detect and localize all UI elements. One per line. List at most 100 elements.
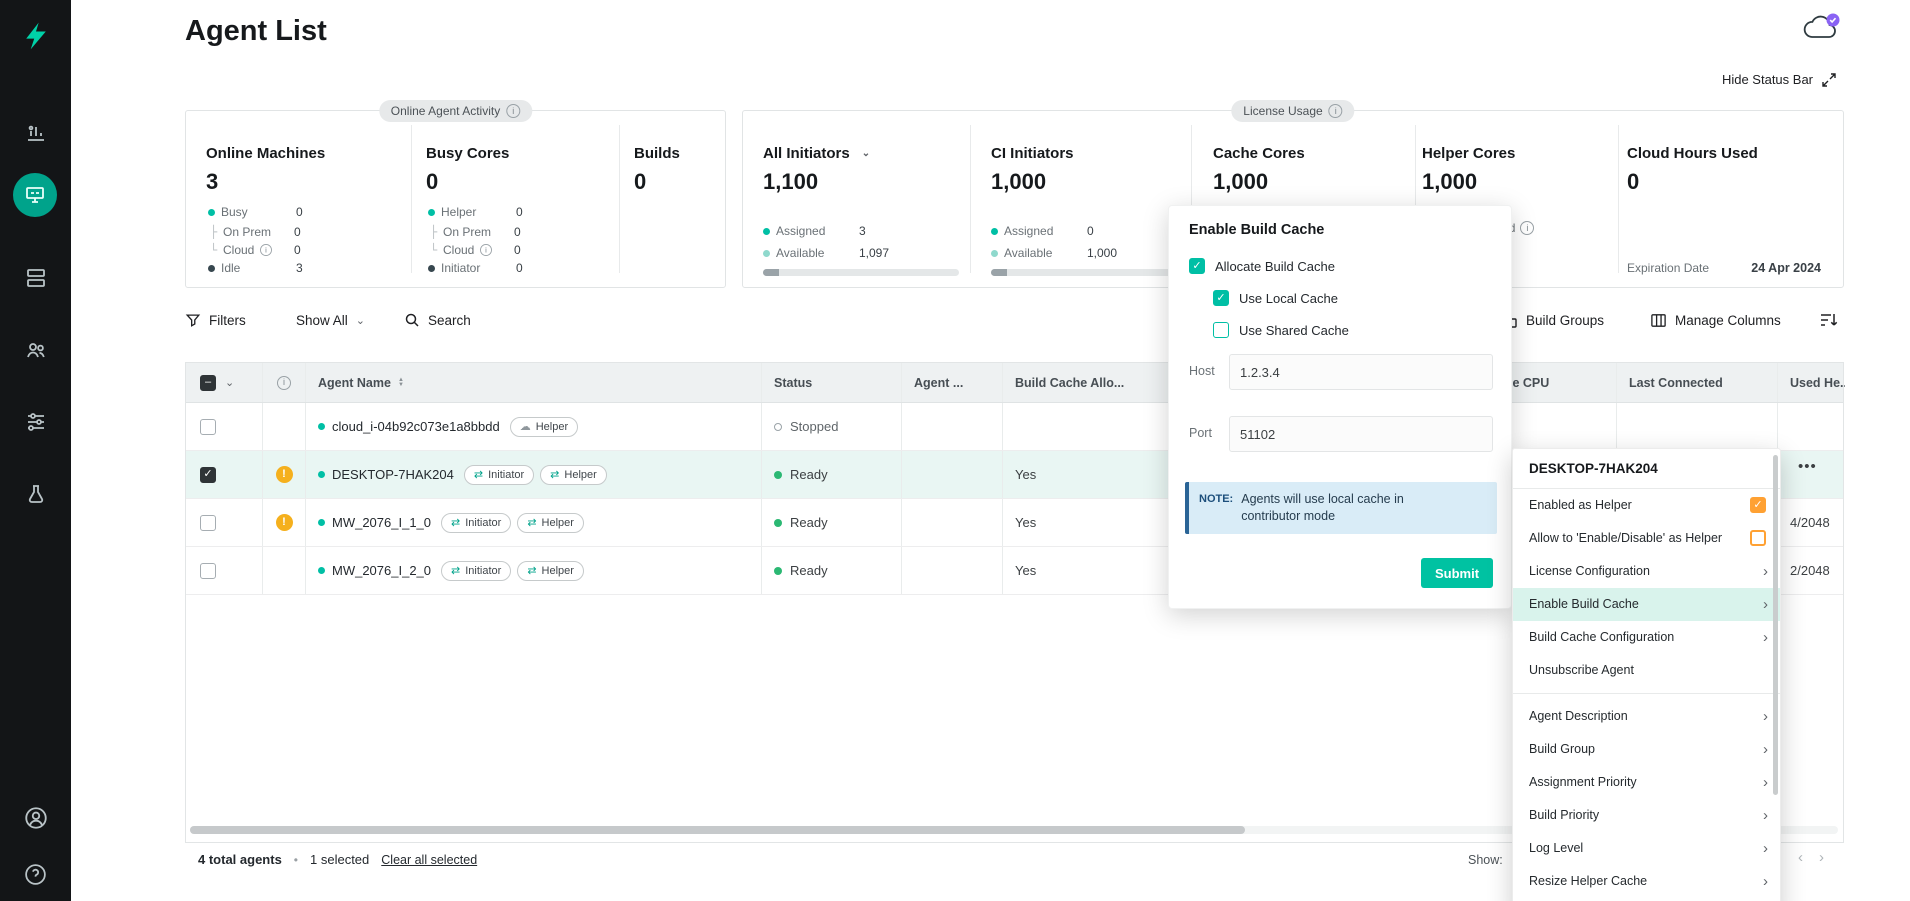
menu-item-build-group[interactable]: Build Group › bbox=[1513, 733, 1780, 766]
pagination: ‹ › bbox=[1798, 849, 1824, 866]
stat-value: 0 bbox=[634, 169, 646, 195]
info-icon[interactable]: i bbox=[480, 244, 492, 256]
show-all-dropdown[interactable]: Show All ⌄ bbox=[296, 308, 365, 332]
status-column-header[interactable]: Status bbox=[762, 363, 902, 402]
host-input[interactable] bbox=[1229, 354, 1493, 390]
caret-down-icon: ⌄ bbox=[356, 314, 365, 327]
ready-dot bbox=[774, 471, 782, 479]
agent-status-dot bbox=[318, 567, 325, 574]
divider bbox=[619, 125, 620, 273]
manage-columns-button[interactable]: Manage Columns bbox=[1650, 308, 1781, 332]
port-input[interactable] bbox=[1229, 416, 1493, 452]
last-connected-column-header[interactable]: Last Connected bbox=[1617, 363, 1778, 402]
filters-button[interactable]: Filters bbox=[185, 308, 246, 332]
menu-item-enabled-as-helper[interactable]: Enabled as Helper ✓ bbox=[1513, 489, 1780, 522]
build-cache-column-header[interactable]: Build Cache Allo... bbox=[1003, 363, 1169, 402]
sidebar-item-profile[interactable] bbox=[0, 796, 71, 840]
shared-cache-checkbox[interactable] bbox=[1213, 322, 1229, 338]
table-footer-summary: 4 total agents • 1 selected Clear all se… bbox=[198, 852, 477, 867]
app-logo[interactable] bbox=[0, 0, 71, 71]
expiration-row: Expiration Date 24 Apr 2024 bbox=[1627, 261, 1821, 275]
chevron-right-icon: › bbox=[1763, 700, 1768, 733]
menu-item-license-configuration[interactable]: License Configuration › bbox=[1513, 555, 1780, 588]
allocate-checkbox[interactable]: ✓ bbox=[1189, 258, 1205, 274]
menu-item-enable-build-cache[interactable]: Enable Build Cache › bbox=[1513, 588, 1780, 621]
menu-item-build-priority[interactable]: Build Priority › bbox=[1513, 799, 1780, 832]
divider bbox=[970, 125, 971, 273]
menu-item-agent-description[interactable]: Agent Description › bbox=[1513, 700, 1780, 733]
filter-icon bbox=[185, 312, 201, 328]
caret-down-icon[interactable]: ⌄ bbox=[225, 376, 234, 389]
helper-badge: ⇄ Helper bbox=[517, 513, 584, 533]
use-local-cache-option[interactable]: ✓ Use Local Cache bbox=[1213, 290, 1338, 306]
sidebar-item-help[interactable] bbox=[0, 852, 71, 896]
assigned-row: Assigned 3 bbox=[763, 223, 825, 239]
cloud-icon bbox=[1800, 12, 1842, 44]
available-dot bbox=[991, 250, 998, 257]
cloud-status-button[interactable] bbox=[1800, 12, 1842, 49]
used-helper-cell: 4/2048 bbox=[1778, 499, 1845, 546]
build-groups-button[interactable]: Build Groups bbox=[1500, 308, 1604, 332]
next-page-button[interactable]: › bbox=[1819, 849, 1824, 866]
local-cache-checkbox[interactable]: ✓ bbox=[1213, 290, 1229, 306]
hide-status-bar-button[interactable]: Hide Status Bar bbox=[1640, 72, 1836, 87]
sliders-icon bbox=[24, 410, 48, 434]
use-shared-cache-option[interactable]: Use Shared Cache bbox=[1213, 322, 1349, 338]
menu-item-log-level[interactable]: Log Level › bbox=[1513, 832, 1780, 865]
select-all-checkbox[interactable]: – bbox=[200, 375, 216, 391]
agent-name-column-header[interactable]: Agent Name ▲▼ bbox=[306, 363, 762, 402]
menu-item-build-cache-configuration[interactable]: Build Cache Configuration › bbox=[1513, 621, 1780, 654]
search-button[interactable]: Search bbox=[404, 308, 471, 332]
menu-item-allow-enable-disable[interactable]: Allow to 'Enable/Disable' as Helper bbox=[1513, 522, 1780, 555]
menu-item-resize-helper-cache[interactable]: Resize Helper Cache › bbox=[1513, 865, 1780, 898]
menu-item-unsubscribe-agent[interactable]: Unsubscribe Agent bbox=[1513, 654, 1780, 687]
sidebar-item-builds[interactable] bbox=[0, 472, 71, 516]
online-agent-activity-card: Online Agent Activity i Online Machines … bbox=[185, 110, 726, 288]
all-initiators-dropdown[interactable]: All Initiators ⌄ bbox=[763, 145, 870, 162]
submit-button[interactable]: Submit bbox=[1421, 558, 1493, 588]
table-row[interactable]: cloud_i-04b92c073e1a8bbdd ☁ Helper Stopp… bbox=[186, 403, 1843, 451]
agent-status-dot bbox=[318, 423, 325, 430]
menu-item-assignment-priority[interactable]: Assignment Priority › bbox=[1513, 766, 1780, 799]
available-row: Available 1,097 bbox=[763, 245, 824, 261]
row-actions-button[interactable]: ••• bbox=[1798, 458, 1817, 475]
sidebar-item-coordinator[interactable] bbox=[0, 256, 71, 300]
sidebar-item-agents[interactable] bbox=[13, 173, 57, 217]
sidebar bbox=[0, 0, 71, 901]
sidebar-item-users[interactable] bbox=[0, 328, 71, 372]
port-label: Port bbox=[1189, 426, 1212, 440]
row-checkbox[interactable]: ✓ bbox=[200, 467, 216, 483]
tree-branch-icon: ├ bbox=[210, 225, 223, 239]
prev-page-button[interactable]: ‹ bbox=[1798, 849, 1803, 866]
manage-columns-label: Manage Columns bbox=[1675, 313, 1781, 328]
info-icon[interactable]: i bbox=[260, 244, 272, 256]
info-icon[interactable]: i bbox=[1520, 221, 1534, 235]
enabled-as-helper-checkbox[interactable]: ✓ bbox=[1750, 497, 1766, 513]
clear-all-selected-link[interactable]: Clear all selected bbox=[381, 853, 477, 867]
row-checkbox[interactable] bbox=[200, 563, 216, 579]
used-helper-column-header[interactable]: Used He... bbox=[1778, 363, 1845, 402]
agent-list-page: Agent List Hide Status Bar Online Agent … bbox=[0, 0, 1910, 901]
transfer-icon: ⇄ bbox=[474, 469, 483, 480]
all-initiators-stat: All Initiators ⌄ 1,100 Assigned 3 Availa… bbox=[763, 111, 963, 289]
sidebar-item-dashboard[interactable] bbox=[0, 110, 71, 154]
sort-arrows-icon[interactable]: ▲▼ bbox=[398, 378, 404, 388]
sort-button[interactable] bbox=[1818, 308, 1838, 332]
agent-type-cell bbox=[902, 451, 1003, 498]
allow-enable-disable-checkbox[interactable] bbox=[1750, 530, 1766, 546]
status-cell: Ready bbox=[762, 547, 902, 594]
agent-type-column-header[interactable]: Agent ... bbox=[902, 363, 1003, 402]
cloud-icon: ☁ bbox=[520, 421, 531, 432]
warning-icon[interactable]: ! bbox=[276, 514, 293, 531]
warning-icon[interactable]: ! bbox=[276, 466, 293, 483]
agent-name-cell: DESKTOP-7HAK204 ⇄ Initiator ⇄ Helper bbox=[306, 451, 762, 498]
stat-value: 3 bbox=[206, 169, 218, 195]
allocate-build-cache-option[interactable]: ✓ Allocate Build Cache bbox=[1189, 258, 1335, 274]
row-checkbox[interactable] bbox=[200, 515, 216, 531]
row-select-cell bbox=[186, 547, 263, 594]
analytics-icon bbox=[24, 120, 48, 144]
row-checkbox[interactable] bbox=[200, 419, 216, 435]
sidebar-item-settings[interactable] bbox=[0, 400, 71, 444]
horizontal-scrollbar-thumb[interactable] bbox=[190, 826, 1245, 834]
menu-scrollbar[interactable] bbox=[1773, 455, 1778, 795]
